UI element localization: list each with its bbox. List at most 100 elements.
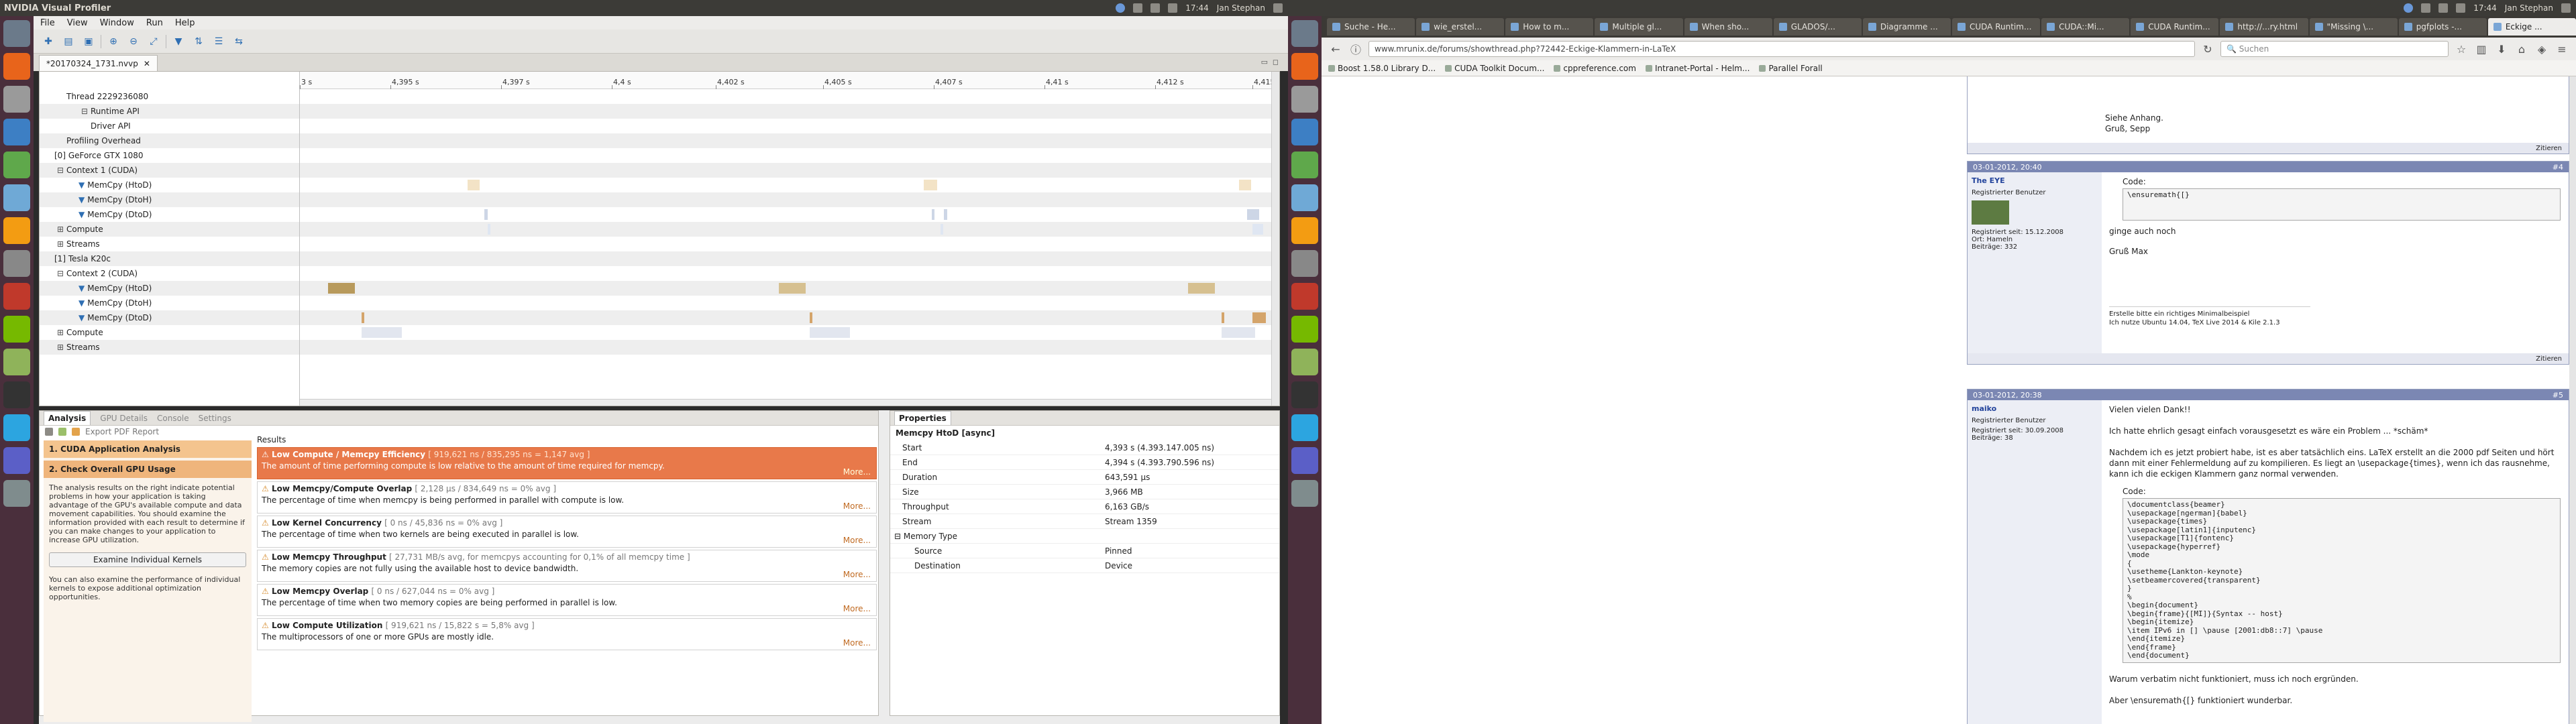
dash-icon[interactable] — [1291, 20, 1318, 47]
browser-tab[interactable]: Diagramme ... — [1862, 18, 1951, 36]
browser-tab[interactable]: wie_erstel... — [1416, 18, 1505, 36]
telegram-icon[interactable] — [1291, 414, 1318, 441]
timeline-row-label[interactable]: Driver API — [40, 119, 299, 133]
files-icon[interactable] — [3, 86, 30, 113]
activity-bar[interactable] — [924, 180, 937, 190]
settings-icon[interactable] — [1291, 250, 1318, 277]
export-pdf-button[interactable]: Export PDF Report — [85, 427, 159, 436]
analysis-result[interactable]: ⚠ Low Memcpy Throughput [ 27,731 MB/s av… — [257, 550, 877, 582]
bookmark-item[interactable]: Boost 1.58.0 Library D... — [1328, 64, 1436, 73]
library-icon[interactable]: ▥ — [2474, 43, 2489, 56]
clock[interactable]: 17:44 — [1185, 3, 1209, 13]
vertical-scrollbar[interactable] — [1271, 72, 1279, 406]
expand-toggle-icon[interactable]: ⊞ — [57, 328, 66, 337]
timeline-row-label[interactable]: [1] Tesla K20c — [40, 251, 299, 266]
zoom-in-icon[interactable]: ⊕ — [105, 34, 121, 49]
username-link[interactable]: The EYE — [1972, 176, 2098, 185]
activity-bar[interactable] — [484, 209, 488, 220]
analysis-result[interactable]: ⚠ Low Memcpy/Compute Overlap [ 2,128 µs … — [257, 481, 877, 514]
property-row[interactable]: End 4,394 s (4.393.790.596 ns) — [890, 455, 1279, 470]
filter-icon[interactable]: ▼ — [78, 313, 85, 322]
activity-bar[interactable] — [779, 283, 806, 294]
timeline-row-label[interactable]: ▼ MemCpy (DtoD) — [40, 207, 299, 222]
browser-tab[interactable]: http://...ry.html — [2220, 18, 2308, 36]
zoom-out-icon[interactable]: ⊖ — [125, 34, 142, 49]
activity-bar[interactable] — [328, 283, 355, 294]
analysis-result[interactable]: ⚠ Low Compute / Memcpy Efficiency [ 919,… — [257, 447, 877, 479]
download-icon[interactable]: ⬇ — [2494, 43, 2509, 56]
pocket-icon[interactable]: ◈ — [2534, 43, 2549, 56]
browser-tab[interactable]: pgfplots -... — [2398, 18, 2487, 36]
home-icon[interactable]: ⌂ — [2514, 43, 2529, 56]
analysis-result[interactable]: ⚠ Low Memcpy Overlap [ 0 ns / 627,044 ns… — [257, 584, 877, 616]
bookmark-item[interactable]: cppreference.com — [1554, 64, 1636, 73]
trash-icon[interactable] — [1291, 480, 1318, 507]
terminal-icon[interactable] — [1291, 381, 1318, 408]
tab-session[interactable]: *20170324_1731.nvvp ✕ — [39, 55, 158, 71]
tab-gpu-details[interactable]: GPU Details — [100, 414, 148, 423]
libreoffice-icon[interactable] — [3, 152, 30, 178]
timeline-row-label[interactable]: [0] GeForce GTX 1080 — [40, 148, 299, 163]
expand-toggle-icon[interactable]: ⊞ — [57, 343, 66, 352]
open-icon[interactable]: ▤ — [60, 34, 76, 49]
tab-analysis[interactable]: Analysis — [44, 411, 91, 425]
activity-bar[interactable] — [810, 312, 812, 323]
timeline-row-label[interactable]: ⊟ Context 1 (CUDA) — [40, 163, 299, 178]
property-row[interactable]: Size 3,966 MB — [890, 485, 1279, 499]
quote-button[interactable]: Zitieren — [2536, 355, 2562, 363]
bluetooth-icon[interactable] — [1116, 3, 1126, 13]
username-link[interactable]: maiko — [1972, 404, 2098, 413]
list-icon[interactable] — [45, 428, 53, 436]
layout-icon[interactable]: ☰ — [211, 34, 227, 49]
activity-bar[interactable] — [941, 224, 943, 235]
browser-tab[interactable]: Eckige ... — [2487, 18, 2576, 36]
timeline-row-label[interactable]: ⊞ Compute — [40, 222, 299, 237]
more-link[interactable]: More... — [843, 604, 871, 613]
menu-help[interactable]: Help — [175, 18, 195, 28]
browser-tab[interactable]: GLADOS/... — [1773, 18, 1862, 36]
expand-toggle-icon[interactable]: ⊟ — [81, 107, 91, 116]
analysis-result[interactable]: ⚠ Low Kernel Concurrency [ 0 ns / 45,836… — [257, 516, 877, 548]
telegram-icon[interactable] — [3, 414, 30, 441]
nsight-icon[interactable] — [1291, 349, 1318, 375]
tab-settings[interactable]: Settings — [199, 414, 231, 423]
chromium-icon[interactable] — [3, 119, 30, 145]
timeline-row-label[interactable]: ▼ MemCpy (DtoD) — [40, 310, 299, 325]
dash-icon[interactable] — [3, 20, 30, 47]
stage-cuda-application[interactable]: 1. CUDA Application Analysis — [44, 440, 252, 458]
timeline-row-label[interactable]: ⊟ Runtime API — [40, 104, 299, 119]
more-link[interactable]: More... — [843, 467, 871, 477]
filter-icon[interactable]: ▼ — [170, 34, 186, 49]
filter-icon[interactable]: ▼ — [78, 298, 85, 308]
app-icon[interactable] — [1291, 283, 1318, 310]
ide-icon[interactable] — [1291, 447, 1318, 474]
page-scrollbar[interactable] — [2569, 76, 2576, 724]
files-icon[interactable] — [1291, 86, 1318, 113]
browser-tab[interactable]: CUDA Runtim... — [2131, 18, 2219, 36]
timeline-row-label[interactable]: ⊞ Streams — [40, 340, 299, 355]
property-row[interactable]: Start 4,393 s (4.393.147.005 ns) — [890, 440, 1279, 455]
minimize-icon[interactable]: ▭ — [1261, 58, 1268, 66]
timeline-row-label[interactable]: Profiling Overhead — [40, 133, 299, 148]
browser-tab[interactable]: Suche - He... — [1327, 18, 1415, 36]
firefox-icon[interactable] — [1291, 53, 1318, 80]
firefox-icon[interactable] — [3, 53, 30, 80]
chromium-icon[interactable] — [1291, 119, 1318, 145]
bluetooth-icon[interactable] — [2404, 3, 2414, 13]
nsight-icon[interactable] — [3, 349, 30, 375]
timeline-row-label[interactable]: ⊞ Streams — [40, 237, 299, 251]
volume-icon[interactable] — [1168, 3, 1178, 13]
clock[interactable]: 17:44 — [2473, 3, 2497, 13]
network-icon[interactable] — [2421, 3, 2431, 13]
timeline-row-label[interactable]: ▼ MemCpy (HtoD) — [40, 178, 299, 192]
menu-view[interactable]: View — [67, 18, 88, 28]
activity-bar[interactable] — [1247, 209, 1259, 220]
tab-console[interactable]: Console — [157, 414, 189, 423]
activity-bar[interactable] — [810, 327, 850, 338]
expand-toggle-icon[interactable]: ⊟ — [57, 269, 66, 278]
activity-bar[interactable] — [1222, 312, 1224, 323]
more-link[interactable]: More... — [843, 570, 871, 579]
settings-icon[interactable] — [3, 250, 30, 277]
software-center-icon[interactable] — [3, 217, 30, 244]
browser-tab[interactable]: CUDA Runtim... — [1951, 18, 2041, 36]
